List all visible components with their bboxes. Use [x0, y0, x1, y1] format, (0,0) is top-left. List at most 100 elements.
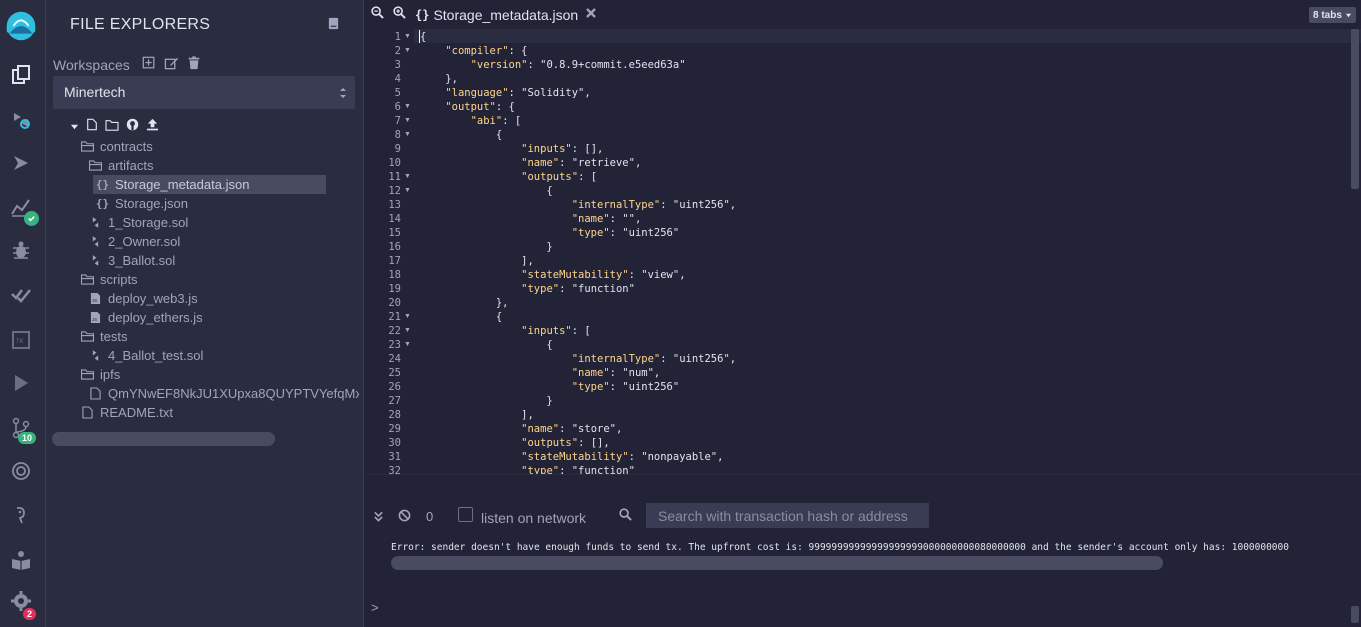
file-explorer-icon[interactable]: [6, 60, 36, 90]
solidity-file-icon: [89, 254, 102, 267]
tree-file[interactable]: QmYNwEF8NkJU1XUpxa8QUYPTVYefqMx5: [89, 384, 359, 403]
line-number: 17: [388, 255, 401, 267]
close-tab-icon[interactable]: [585, 6, 597, 24]
clear-console-icon[interactable]: [398, 509, 412, 523]
tree-folder[interactable]: ipfs: [81, 365, 351, 384]
tree-folder[interactable]: artifacts: [89, 156, 351, 175]
tree-folder[interactable]: tests: [81, 327, 351, 346]
github-icon[interactable]: [126, 118, 139, 136]
tabs-count-dropdown[interactable]: 8 tabs: [1309, 7, 1356, 23]
panel-title: FILE EXPLORERS: [70, 16, 211, 33]
transaction-search-input[interactable]: [646, 503, 929, 528]
deploy-run-icon[interactable]: [6, 148, 36, 178]
tab-storage-metadata[interactable]: {} Storage_metadata.json: [411, 0, 597, 29]
code-line: "name": "store",: [521, 423, 623, 435]
code-line: {: [420, 339, 553, 351]
chevron-down-icon: [1345, 13, 1352, 17]
plugin-icon[interactable]: TK: [6, 325, 36, 355]
line-number: 9: [394, 143, 401, 155]
rename-workspace-icon[interactable]: [164, 56, 180, 72]
listen-on-network-checkbox[interactable]: [458, 507, 473, 522]
plugin-icon-3[interactable]: [6, 456, 36, 486]
code-line: ],: [420, 255, 534, 267]
new-file-icon[interactable]: [86, 118, 98, 136]
tree-folder[interactable]: scripts: [81, 270, 351, 289]
tree-file[interactable]: README.txt: [81, 403, 351, 422]
double-chevron-down-icon[interactable]: [373, 509, 387, 523]
line-number: 27: [388, 395, 401, 407]
solidity-file-icon: [89, 235, 102, 248]
debugger-icon[interactable]: [6, 235, 36, 265]
tree-file[interactable]: JS deploy_web3.js: [89, 289, 351, 308]
workspace-select[interactable]: Minertech: [53, 76, 355, 109]
terminal-vertical-scrollbar[interactable]: [1351, 606, 1359, 623]
tree-folder[interactable]: contracts: [81, 137, 351, 156]
code-line: {: [420, 185, 553, 197]
tree-file[interactable]: {} Storage_metadata.json: [93, 175, 326, 194]
json-file-icon: {}: [96, 197, 110, 210]
terminal-panel: 0 listen on network Error: sender doesn'…: [365, 474, 1361, 627]
terminal-horizontal-scrollbar[interactable]: [391, 556, 1163, 570]
caret-down-icon[interactable]: [70, 118, 79, 136]
tree-item-label: README.txt: [100, 405, 173, 420]
terminal-prompt[interactable]: >: [371, 600, 379, 615]
line-number: 25: [388, 367, 401, 379]
fold-arrow-icon[interactable]: ▼: [404, 44, 411, 58]
plugin-icon-4[interactable]: [6, 500, 36, 530]
zoom-out-icon[interactable]: [371, 6, 385, 20]
create-workspace-icon[interactable]: [142, 56, 158, 72]
fold-arrow-icon[interactable]: ▼: [404, 114, 411, 128]
tree-item-label: ipfs: [100, 367, 121, 382]
tree-item-label: QmYNwEF8NkJU1XUpxa8QUYPTVYefqMx5: [108, 386, 359, 401]
file-icon: [89, 387, 102, 400]
select-arrows-icon: [339, 85, 347, 101]
learneth-icon[interactable]: [6, 545, 36, 575]
code-line: }: [420, 395, 553, 407]
code-editor[interactable]: 1 ▼ 2 ▼ 3 4 5 6 ▼ 7 ▼ 8 ▼ 9 10 11 ▼ 12 ▼ 13 14 15 16 17 18 19 20 21…: [365, 29, 1361, 474]
code-line: "name": "num",: [571, 367, 661, 379]
fold-arrow-icon[interactable]: ▼: [404, 310, 411, 324]
folder-icon: [81, 140, 94, 153]
editor-scrollbar[interactable]: [1351, 29, 1359, 189]
tree-file[interactable]: JS deploy_ethers.js: [89, 308, 351, 327]
tree-item-label: 3_Ballot.sol: [108, 253, 176, 268]
documentation-icon[interactable]: [327, 17, 340, 35]
code-line: "type": "uint256": [571, 381, 680, 393]
check-badge-icon: [24, 211, 39, 226]
plugin-icon-2[interactable]: [6, 368, 36, 398]
remix-logo-icon[interactable]: [1, 6, 41, 46]
line-number: 23: [388, 339, 401, 351]
tree-file[interactable]: 3_Ballot.sol: [89, 251, 351, 270]
folder-icon: [81, 368, 94, 381]
upload-icon[interactable]: [146, 118, 159, 136]
json-file-icon: {}: [95, 178, 110, 191]
new-folder-icon[interactable]: [105, 118, 119, 136]
tree-file[interactable]: 4_Ballot_test.sol: [89, 346, 351, 365]
zoom-in-icon[interactable]: [393, 6, 407, 20]
tree-file[interactable]: {} Storage.json: [96, 194, 351, 213]
line-number: 16: [388, 241, 401, 253]
fold-arrow-icon[interactable]: ▼: [404, 30, 411, 44]
line-number: 21: [388, 311, 401, 323]
line-number: 12: [388, 185, 401, 197]
code-line: "inputs": [: [521, 325, 591, 337]
file-tree-toolbar: [70, 118, 159, 136]
delete-workspace-icon[interactable]: [187, 56, 203, 72]
tree-item-label: deploy_ethers.js: [108, 310, 203, 325]
tree-file[interactable]: 1_Storage.sol: [89, 213, 351, 232]
line-number: 15: [388, 227, 401, 239]
fold-arrow-icon[interactable]: ▼: [404, 184, 411, 198]
fold-arrow-icon[interactable]: ▼: [404, 324, 411, 338]
line-number: 31: [388, 451, 401, 463]
fold-arrow-icon[interactable]: ▼: [404, 100, 411, 114]
fold-arrow-icon[interactable]: ▼: [404, 170, 411, 184]
tree-file[interactable]: 2_Owner.sol: [89, 232, 351, 251]
solidity-compiler-icon[interactable]: [6, 105, 36, 135]
code-line: "language": "Solidity",: [445, 87, 591, 99]
fold-arrow-icon[interactable]: ▼: [404, 128, 411, 142]
horizontal-scrollbar[interactable]: [52, 432, 275, 446]
line-number: 10: [388, 157, 401, 169]
unit-test-icon[interactable]: [6, 280, 36, 310]
fold-arrow-icon[interactable]: ▼: [404, 338, 411, 352]
code-line: "version": "0.8.9+commit.e5eed63a": [470, 59, 686, 71]
